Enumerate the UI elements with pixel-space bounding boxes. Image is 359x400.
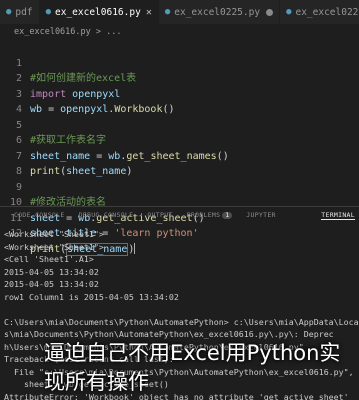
tab-ex-excel0225-1[interactable]: ● ex_excel0225_1.py [280,0,359,24]
tab-terminal[interactable]: TERMINAL [321,211,355,220]
tab-label: pdf [15,6,33,18]
terminal-line: <Cell 'Sheet1'.A1> [4,254,94,264]
tab-output[interactable]: OUTPUT [147,211,172,219]
tab-label: ex_excel0225.py [174,6,261,18]
problems-count-badge: 1 [222,212,233,219]
python-file-icon: ● [286,7,292,17]
python-file-icon: ● [45,7,52,17]
tab-pdf[interactable]: ● pdf [0,0,40,24]
code-line: 10 sheet = wb.get_active_sheet() [0,180,359,224]
tab-label: ex_excel0225_1.py [295,6,359,18]
tab-debug-console[interactable]: DEBUG CONSOLE [79,211,134,219]
code-line: 7 print(sheet_name) [0,133,359,178]
breadcrumb[interactable]: ex_excel0616.py > ... [0,24,121,40]
terminal-line: <Worksheet "Sheet1"> [4,229,104,239]
tab-code-console[interactable]: CODE CONSOLE [14,211,65,219]
terminal-output[interactable]: <Worksheet "Sheet1"> <Worksheet "Sheet1"… [0,226,359,400]
tab-jupyter[interactable]: JUPYTER [246,211,276,219]
terminal-line: AttributeError: 'Workbook' object has no… [4,391,349,400]
terminal-line: s\mia\Documents\Python\AutomatePython\ex… [4,329,334,339]
terminal-line: h\Users\mia\Documents\Python\AutomatePyt… [4,341,304,352]
code-line: 5 #获取工作表名字 [0,102,359,147]
terminal-line: sheet = wb.get_active_sheet() [4,379,169,389]
code-editor[interactable]: 1 #如何创建新的excel表 2 import openpyxl 3 wb =… [0,40,359,256]
tab-label: ex_excel0616.py [55,6,141,18]
panel-tab-bar: CODE CONSOLE DEBUG CONSOLE OUTPUT PROBLE… [0,207,359,223]
unsaved-dot-icon[interactable] [266,8,274,16]
editor-tab-bar: ● pdf ● ex_excel0616.py ✕ ● ex_excel0225… [0,0,359,24]
code-line: 6 sheet_name = wb.get_sheet_names() [0,118,359,162]
tab-ex-excel0225[interactable]: ● ex_excel0225.py [159,0,281,24]
terminal-line: File "c:\Users\mia\Documents\Python\Auto… [4,366,354,377]
python-file-icon: ● [164,7,171,17]
tab-problems-label: PROBLEMS [186,211,221,219]
terminal-line: 2015-04-05 13:34:02 [4,279,99,289]
terminal-line: row1 Column1 is 2015-04-05 13:34:02 [4,291,179,302]
code-line: 1 #如何创建新的excel表 [0,40,359,85]
terminal-line: <Worksheet "Sheet1"> [4,241,104,252]
close-icon[interactable]: ✕ [146,7,152,18]
tab-ex-excel0616[interactable]: ● ex_excel0616.py ✕ [39,0,159,24]
terminal-line: 2015-04-05 13:34:02 [4,266,99,277]
code-line: 4 [0,87,359,115]
python-file-icon: ● [6,7,12,17]
code-line: 9 #修改活动的表名 [0,164,359,209]
code-line: 8 [0,149,359,177]
terminal-line: Traceback (most recent call last): [4,354,174,364]
code-line: 2 import openpyxl [0,56,359,100]
code-line: 3 wb = openpyxl.Workbook() [0,71,359,116]
terminal-line: C:\Users\mia\Documents\Python\AutomatePy… [4,316,359,327]
tab-problems[interactable]: PROBLEMS 1 [187,211,233,219]
